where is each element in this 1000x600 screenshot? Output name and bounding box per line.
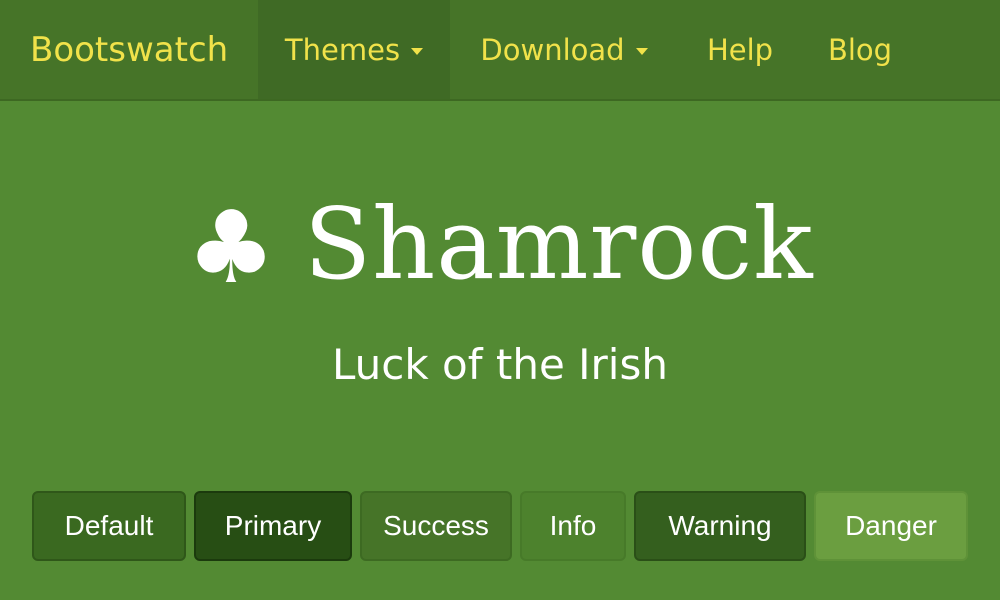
hero-tagline: Luck of the Irish bbox=[332, 340, 668, 389]
club-icon: ♣ bbox=[186, 189, 276, 306]
nav-item-help[interactable]: Help bbox=[678, 0, 802, 99]
nav-item-download[interactable]: Download bbox=[450, 0, 678, 99]
nav-item-label: Help bbox=[706, 32, 774, 67]
nav-item-themes[interactable]: Themes bbox=[258, 0, 450, 99]
navbar: Bootswatch Themes Download Help Blog bbox=[0, 0, 1000, 101]
brand-link[interactable]: Bootswatch bbox=[0, 0, 258, 99]
info-button[interactable]: Info bbox=[520, 491, 626, 561]
danger-button[interactable]: Danger bbox=[814, 491, 968, 561]
caret-down-icon bbox=[635, 48, 648, 55]
nav-item-blog[interactable]: Blog bbox=[802, 0, 918, 99]
nav-item-label: Download bbox=[480, 32, 625, 67]
primary-button[interactable]: Primary bbox=[194, 491, 352, 561]
default-button[interactable]: Default bbox=[32, 491, 186, 561]
hero-title: ♣ Shamrock bbox=[0, 180, 1000, 310]
caret-down-icon bbox=[411, 48, 424, 55]
nav-item-label: Themes bbox=[284, 32, 401, 67]
warning-button[interactable]: Warning bbox=[634, 491, 806, 561]
success-button[interactable]: Success bbox=[360, 491, 512, 561]
theme-name: Shamrock bbox=[303, 188, 814, 302]
nav-item-label: Blog bbox=[827, 32, 893, 67]
